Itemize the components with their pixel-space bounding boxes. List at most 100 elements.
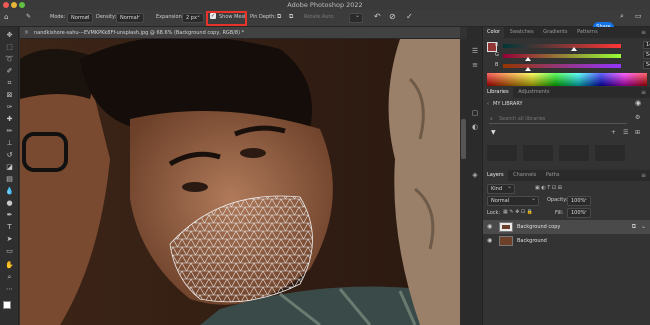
blue-value-field[interactable]: 54 bbox=[643, 61, 650, 69]
commit-check-icon[interactable]: ✓ bbox=[406, 12, 413, 21]
library-asset-2[interactable] bbox=[523, 145, 553, 161]
red-slider[interactable]: R 149 bbox=[495, 41, 650, 51]
expansion-field[interactable]: 2 px bbox=[182, 12, 204, 23]
green-slider-knob[interactable] bbox=[525, 57, 531, 61]
cancel-icon[interactable]: ⊘ bbox=[389, 12, 396, 21]
blue-slider[interactable]: B 54 bbox=[495, 61, 650, 71]
workspace-icon[interactable]: ▭ bbox=[635, 12, 642, 20]
panel-menu-icon[interactable]: ≡ bbox=[641, 87, 646, 98]
tab-swatches[interactable]: Swatches bbox=[506, 27, 538, 38]
eyedropper-tool-icon[interactable]: ✑ bbox=[3, 103, 16, 112]
layer-row[interactable]: ◉ Background bbox=[483, 234, 650, 248]
eye-icon[interactable]: ◉ bbox=[487, 220, 492, 234]
library-settings-icon[interactable]: ⚙ bbox=[635, 114, 640, 121]
frame-tool-icon[interactable]: ⊠ bbox=[3, 91, 16, 100]
back-chevron-icon[interactable]: ‹ bbox=[487, 101, 489, 107]
mode-dropdown[interactable]: Normal bbox=[67, 12, 93, 23]
pen-tool-icon[interactable]: ✒ bbox=[3, 211, 16, 220]
foreground-color-swatch[interactable] bbox=[3, 301, 11, 309]
history-brush-tool-icon[interactable]: ↺ bbox=[3, 151, 16, 160]
more-tools-icon[interactable]: ⋯ bbox=[3, 285, 16, 294]
rotate-angle-field[interactable] bbox=[349, 12, 363, 23]
tab-layers[interactable]: Layers bbox=[483, 170, 508, 181]
layer-row[interactable]: ◉ Background copy ⧉ ⌄ bbox=[483, 220, 650, 234]
blue-slider-knob[interactable] bbox=[525, 67, 531, 71]
lock-icons[interactable]: ▦ ✎ ✥ ⊡ 🔒 bbox=[503, 209, 533, 215]
eraser-tool-icon[interactable]: ◪ bbox=[3, 163, 16, 172]
tab-channels[interactable]: Channels bbox=[509, 170, 540, 181]
library-asset-3[interactable] bbox=[559, 145, 589, 161]
tab-patterns[interactable]: Patterns bbox=[573, 27, 602, 38]
app-title: Adobe Photoshop 2022 bbox=[287, 1, 363, 9]
panel-menu-icon[interactable]: ≡ bbox=[641, 27, 646, 38]
gradient-tool-icon[interactable]: ▤ bbox=[3, 175, 16, 184]
healing-brush-tool-icon[interactable]: ✚ bbox=[3, 115, 16, 124]
eye-icon[interactable]: ◉ bbox=[487, 234, 492, 248]
canvas-vertical-scrollbar[interactable] bbox=[460, 39, 467, 325]
close-document-icon[interactable]: × bbox=[24, 27, 29, 38]
density-dropdown[interactable]: Normal bbox=[116, 12, 144, 23]
library-asset-4[interactable] bbox=[595, 145, 625, 161]
account-icon[interactable]: ◉ bbox=[635, 99, 641, 107]
learn-panel-icon[interactable]: ▢ bbox=[471, 109, 479, 117]
library-search-input[interactable]: ⌕ Search all libraries bbox=[489, 114, 627, 124]
quick-selection-tool-icon[interactable]: ✐ bbox=[3, 67, 16, 76]
brush-tool-icon[interactable]: ✏ bbox=[3, 127, 16, 136]
library-asset-1[interactable] bbox=[487, 145, 517, 161]
adjust-panel-icon[interactable]: ◐ bbox=[471, 123, 479, 131]
green-slider[interactable]: G 54 bbox=[495, 51, 650, 61]
search-icon[interactable]: ⌕ bbox=[620, 12, 624, 21]
tab-gradients[interactable]: Gradients bbox=[539, 27, 571, 38]
show-mesh-highlight-box bbox=[206, 11, 247, 26]
rotate-mode-value[interactable]: Auto bbox=[322, 14, 334, 20]
scrollbar-thumb[interactable] bbox=[461, 119, 466, 159]
layer-filter-kind-dropdown[interactable]: Kind bbox=[487, 183, 515, 194]
puppet-warp-tool-icon[interactable]: ✎ bbox=[26, 13, 31, 20]
tab-paths[interactable]: Paths bbox=[542, 170, 564, 181]
add-content-icon[interactable]: + bbox=[611, 129, 616, 136]
layers-panel-tabs: Layers Channels Paths ≡ bbox=[483, 170, 650, 181]
reset-icon[interactable]: ↶ bbox=[374, 12, 381, 21]
clone-stamp-tool-icon[interactable]: ⊥ bbox=[3, 139, 16, 148]
pin-forward-icon[interactable]: ⧉ bbox=[277, 13, 281, 21]
tab-color[interactable]: Color bbox=[483, 27, 505, 38]
styles-panel-icon[interactable]: ◈ bbox=[471, 171, 479, 179]
hand-tool-icon[interactable]: ✋ bbox=[3, 261, 16, 270]
opacity-field[interactable]: 100% bbox=[567, 195, 591, 206]
red-slider-knob[interactable] bbox=[571, 47, 577, 51]
lasso-tool-icon[interactable]: ➰ bbox=[3, 55, 16, 64]
tab-libraries[interactable]: Libraries bbox=[483, 87, 513, 98]
green-value-field[interactable]: 54 bbox=[643, 51, 650, 59]
libraries-panel: Libraries Adjustments ≡ ‹ MY LIBRARY ◉ ⌕… bbox=[483, 87, 650, 167]
zoom-tool-icon[interactable]: ⌕ bbox=[3, 273, 16, 282]
panel-menu-icon[interactable]: ≡ bbox=[641, 170, 646, 181]
color-spectrum-ramp[interactable] bbox=[487, 73, 647, 86]
pin-backward-icon[interactable]: ⧉ bbox=[289, 13, 293, 21]
path-selection-tool-icon[interactable]: ➤ bbox=[3, 235, 16, 244]
home-icon[interactable]: ⌂ bbox=[4, 13, 8, 21]
lock-label: Lock: bbox=[487, 210, 501, 216]
dodge-tool-icon[interactable]: ● bbox=[3, 199, 16, 208]
fill-field[interactable]: 100% bbox=[567, 207, 591, 218]
history-panel-icon[interactable]: ☰ bbox=[471, 47, 479, 55]
crop-tool-icon[interactable]: ⌗ bbox=[3, 79, 16, 88]
list-view-icon[interactable]: ☰ bbox=[623, 129, 628, 136]
grid-view-icon[interactable]: ⊞ bbox=[635, 129, 640, 136]
chevron-down-icon[interactable]: ⌄ bbox=[641, 220, 646, 234]
filter-icon[interactable]: ▼ bbox=[491, 129, 496, 136]
library-name: MY LIBRARY bbox=[493, 101, 523, 107]
document-canvas[interactable] bbox=[20, 39, 460, 325]
blend-mode-dropdown[interactable]: Normal bbox=[487, 195, 539, 206]
density-label: Density: bbox=[96, 14, 117, 20]
document-tab[interactable]: × nandkishore-sahu---EVMKPKk8Ff-unsplash… bbox=[20, 27, 460, 39]
properties-panel-icon[interactable]: ≡ bbox=[471, 61, 479, 69]
color-panel-tabs: Color Swatches Gradients Patterns ≡ bbox=[483, 27, 650, 38]
blur-tool-icon[interactable]: 💧 bbox=[3, 187, 16, 196]
rectangle-tool-icon[interactable]: ▭ bbox=[3, 247, 16, 256]
tab-adjustments[interactable]: Adjustments bbox=[514, 87, 553, 98]
filter-type-icons[interactable]: ▣ ◐ T ⊡ ⊞ bbox=[535, 185, 562, 191]
red-value-field[interactable]: 149 bbox=[643, 41, 650, 49]
move-tool-icon[interactable]: ✥ bbox=[3, 31, 16, 40]
marquee-tool-icon[interactable]: ⬚ bbox=[3, 43, 16, 52]
type-tool-icon[interactable]: T bbox=[3, 223, 16, 232]
